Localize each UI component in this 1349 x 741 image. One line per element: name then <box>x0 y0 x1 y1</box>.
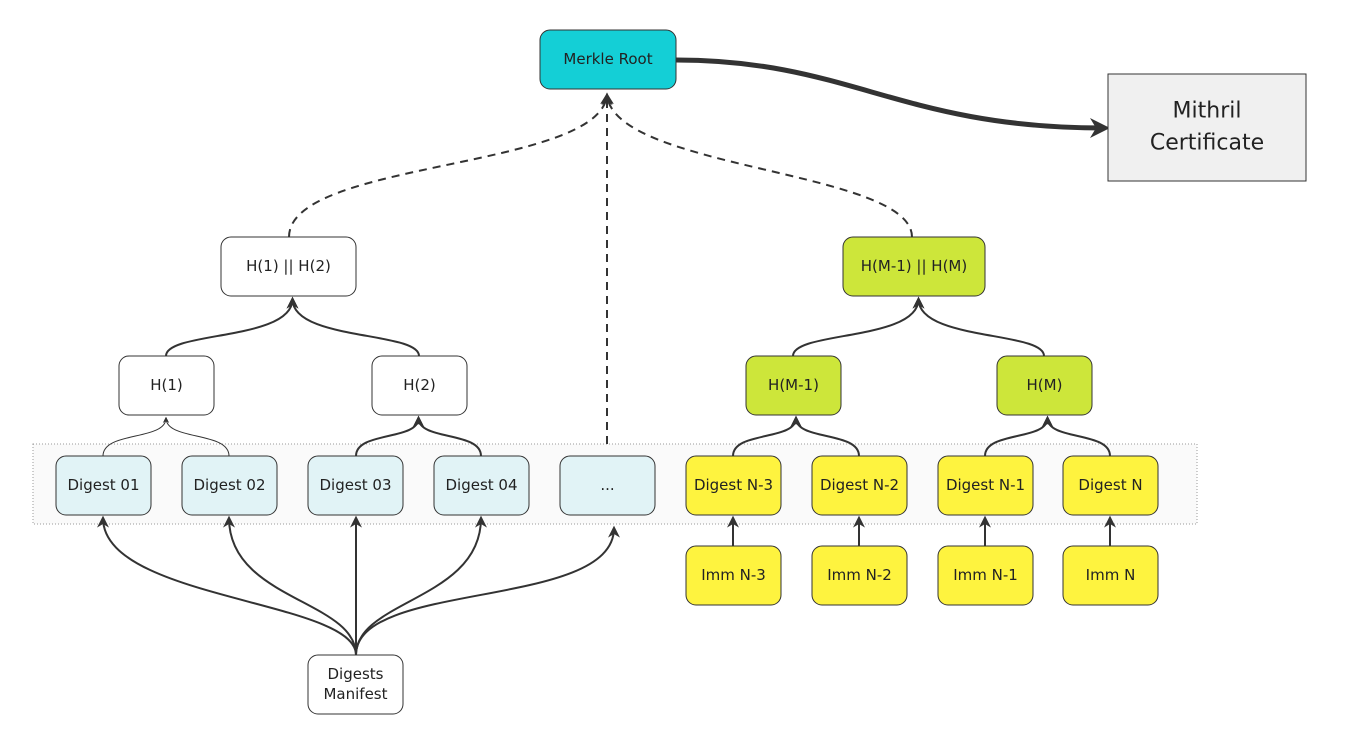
nodes: Merkle Root Mithril Certificate H(1) || H(2… <box>55 29 1307 715</box>
digest-7[interactable]: Digest N-2 <box>811 455 908 516</box>
digest-6[interactable]: Digest N-3 <box>685 455 782 516</box>
digest-1[interactable]: Digest 01 <box>55 455 152 516</box>
edge <box>165 296 299 357</box>
merkle-tree-diagram: Merkle Root Mithril Certificate H(1) || H(2… <box>32 29 1307 715</box>
digest-4[interactable]: Digest 04 <box>433 455 530 516</box>
imm-4[interactable]: Imm N <box>1062 545 1159 606</box>
hash-h2[interactable]: H(2) <box>371 355 468 416</box>
manifest-to-ellipsis-edge <box>355 525 620 656</box>
digest-1-label: Digest 01 <box>67 476 139 494</box>
mithril-certificate-label: Mithril <box>1173 99 1242 124</box>
mithril-certificate-label: Certificate <box>1150 131 1264 156</box>
mithril-certificate-box <box>1107 73 1307 182</box>
hash-hm1-label: H(M-1) <box>768 376 819 394</box>
hash-h12[interactable]: H(1) || H(2) <box>220 236 357 297</box>
digest-9[interactable]: Digest N <box>1062 455 1159 516</box>
edge <box>792 296 925 357</box>
merkle-root-label: Merkle Root <box>563 50 652 68</box>
mithril-certificate[interactable]: Mithril Certificate <box>1107 73 1307 182</box>
manifest-to-digest-edge <box>355 515 487 656</box>
edge <box>912 296 1045 357</box>
digests-manifest-label: Manifest <box>323 685 387 703</box>
imm-4-label: Imm N <box>1086 566 1136 584</box>
imm-3[interactable]: Imm N-1 <box>937 545 1034 606</box>
hash-h12-label: H(1) || H(2) <box>246 257 331 275</box>
hash-h1-label: H(1) <box>150 376 183 394</box>
digest-8[interactable]: Digest N-1 <box>937 455 1034 516</box>
digest-8-label: Digest N-1 <box>946 476 1025 494</box>
digest-3-label: Digest 03 <box>319 476 391 494</box>
digest-3[interactable]: Digest 03 <box>307 455 404 516</box>
digest-2-label: Digest 02 <box>193 476 265 494</box>
digests-manifest-label: Digests <box>328 665 384 683</box>
merkle-root[interactable]: Merkle Root <box>539 29 677 90</box>
digest-5[interactable]: ... <box>559 455 656 516</box>
imm-3-label: Imm N-1 <box>953 566 1018 584</box>
imm-1-label: Imm N-3 <box>701 566 766 584</box>
digest-7-label: Digest N-2 <box>820 476 899 494</box>
imm-2-label: Imm N-2 <box>827 566 892 584</box>
dashed-edge-right <box>601 92 913 238</box>
digest-2[interactable]: Digest 02 <box>181 455 278 516</box>
hash-hm[interactable]: H(M) <box>996 355 1093 416</box>
hash-hm1m[interactable]: H(M-1) || H(M) <box>842 236 986 297</box>
edge <box>286 296 420 357</box>
digest-6-label: Digest N-3 <box>694 476 773 494</box>
digest-4-label: Digest 04 <box>445 476 517 494</box>
dashed-edge-left <box>288 92 613 238</box>
digest-5-label: ... <box>600 476 614 494</box>
manifest-to-digest-edge <box>97 515 357 656</box>
hash-h1[interactable]: H(1) <box>118 355 215 416</box>
hash-hm1m-label: H(M-1) || H(M) <box>861 257 967 275</box>
imm-2[interactable]: Imm N-2 <box>811 545 908 606</box>
digests-manifest[interactable]: Digests Manifest <box>307 654 404 715</box>
manifest-to-digest-edge <box>223 515 357 656</box>
hash-hm1[interactable]: H(M-1) <box>745 355 842 416</box>
root-to-certificate-edge <box>675 57 1110 138</box>
imm-1[interactable]: Imm N-3 <box>685 545 782 606</box>
digest-9-label: Digest N <box>1078 476 1142 494</box>
hash-hm-label: H(M) <box>1027 376 1063 394</box>
hash-h2-label: H(2) <box>403 376 436 394</box>
